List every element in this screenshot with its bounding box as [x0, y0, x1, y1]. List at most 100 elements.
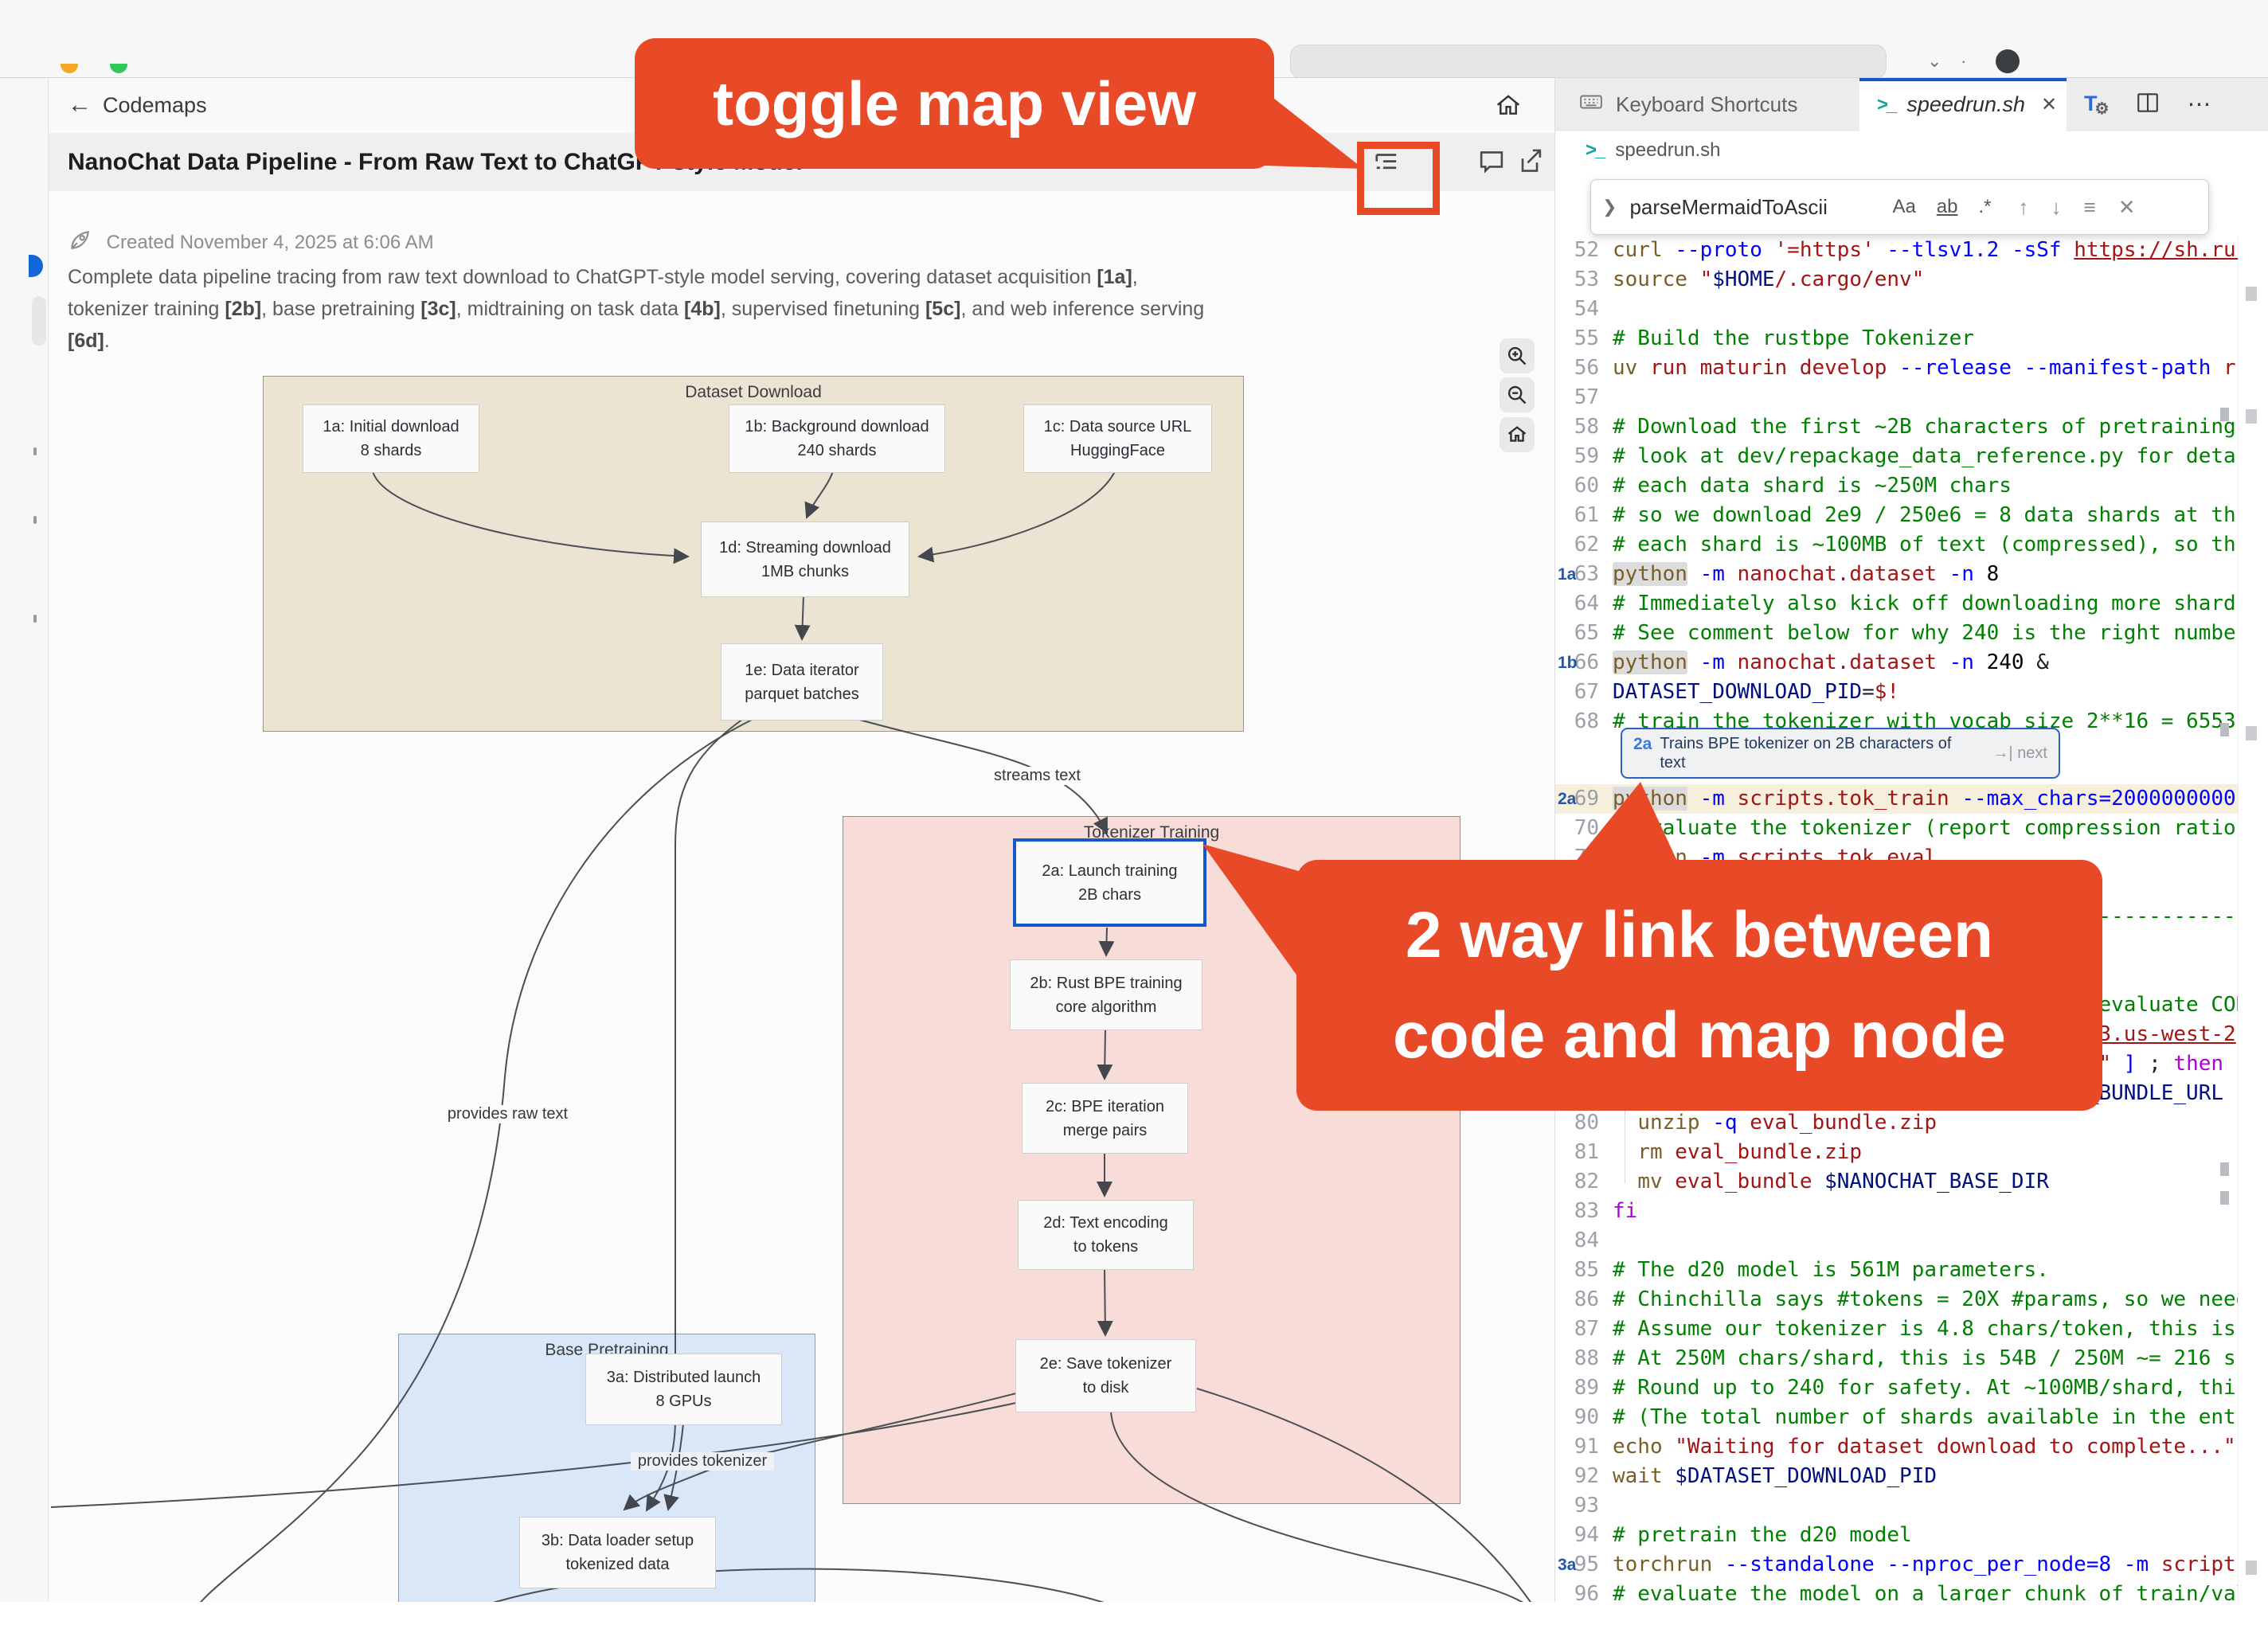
zoom-out-button[interactable]	[1500, 377, 1535, 412]
traffic-light-zoom[interactable]	[110, 64, 127, 73]
more-actions-icon[interactable]: ⋯	[2187, 91, 2211, 119]
map-node-1e[interactable]: 1e: Data iteratorparquet batches	[721, 643, 883, 721]
code-line-84[interactable]: 84	[1554, 1226, 2238, 1256]
code-line-60[interactable]: 60# each data shard is ~250M chars	[1554, 471, 2238, 501]
split-editor-icon[interactable]	[2136, 91, 2160, 119]
browser-menu-icon[interactable]: ·	[1961, 51, 1966, 72]
map-ref-badge-3a[interactable]: 3a	[1558, 1550, 1576, 1580]
map-node-3b[interactable]: 3b: Data loader setuptokenized data	[519, 1517, 716, 1588]
reset-view-home-button[interactable]	[1500, 417, 1535, 452]
map-ref-badge-1b[interactable]: 1b	[1558, 648, 1578, 678]
code-token: --standalone --nproc_per_node=8 -m	[1725, 1553, 2161, 1576]
next-match-icon[interactable]: ↓	[2051, 195, 2062, 220]
map-ref-5c[interactable]: [5c]	[925, 298, 960, 320]
map-ref-4b[interactable]: [4b]	[684, 298, 721, 320]
edge-label-streams-text: streams text	[987, 767, 1087, 785]
code-line-91[interactable]: 91echo "Waiting for dataset download to …	[1554, 1432, 2238, 1462]
browser-extension-icon[interactable]: ⌄	[1927, 51, 1941, 72]
tab-keyboard-shortcuts[interactable]: Keyboard Shortcuts	[1555, 78, 1884, 131]
comment-icon[interactable]	[1477, 147, 1507, 178]
map-node-3a[interactable]: 3a: Distributed launch8 GPUs	[585, 1354, 782, 1425]
map-node-2e[interactable]: 2e: Save tokenizerto disk	[1015, 1339, 1196, 1412]
code-line-59[interactable]: 59# look at dev/repackage_data_reference…	[1554, 442, 2238, 471]
breadcrumb[interactable]: >_ speedrun.sh	[1555, 131, 2268, 169]
code-token: python	[1613, 562, 1687, 586]
next-link[interactable]: →| next	[1992, 744, 2047, 763]
map-ref-6d[interactable]: [6d]	[68, 330, 104, 352]
code-line-87[interactable]: 87# Assume our tokenizer is 4.8 chars/to…	[1554, 1315, 2238, 1344]
code-line-67[interactable]: 67DATASET_DOWNLOAD_PID=$!	[1554, 678, 2238, 707]
map-node-1d[interactable]: 1d: Streaming download1MB chunks	[701, 522, 909, 597]
code-line-80[interactable]: 80 unzip -q eval_bundle.zip	[1554, 1108, 2238, 1138]
code-line-58[interactable]: 58# Download the first ~2B characters of…	[1554, 412, 2238, 442]
text-size-settings-icon[interactable]: T⚙	[2084, 92, 2109, 119]
whole-word-toggle[interactable]: ab	[1937, 196, 1958, 218]
regex-toggle[interactable]: .*	[1979, 196, 1992, 218]
map-ref-1a[interactable]: [1a]	[1097, 266, 1132, 288]
ruler-mark	[2246, 409, 2257, 424]
code-line-64[interactable]: 64# Immediately also kick off downloadin…	[1554, 589, 2238, 619]
code-token: # Assume our tokenizer is 4.8 chars/toke…	[1613, 1317, 2236, 1341]
code-token: python	[1613, 787, 1687, 811]
code-line-90[interactable]: 90# (The total number of shards availabl…	[1554, 1403, 2238, 1432]
code-token: # look at dev/repackage_data_reference.p…	[1613, 444, 2236, 468]
previous-match-icon[interactable]: ↑	[2019, 195, 2029, 220]
close-find-icon[interactable]: ✕	[2118, 195, 2136, 220]
scroll-indicator-pill[interactable]	[32, 296, 46, 346]
code-line-57[interactable]: 57	[1554, 383, 2238, 412]
code-line-63[interactable]: 1a63python -m nanochat.dataset -n 8	[1554, 560, 2238, 589]
map-node-1b[interactable]: 1b: Background download240 shards	[729, 404, 945, 473]
panel-divider[interactable]	[1554, 77, 1555, 1602]
code-line-54[interactable]: 54	[1554, 295, 2238, 324]
tab-speedrun-sh-active[interactable]: >_ speedrun.sh ✕	[1859, 78, 2085, 131]
bottom-margin	[0, 1602, 2268, 1629]
map-ref-badge-2a[interactable]: 2a	[1558, 784, 1576, 814]
code-line-70[interactable]: 70# evaluate the tokenizer (report compr…	[1554, 814, 2238, 843]
comment-indicator-dot[interactable]	[29, 255, 43, 277]
code-line-83[interactable]: 83fi	[1554, 1197, 2238, 1226]
code-line-61[interactable]: 61# so we download 2e9 / 250e6 = 8 data …	[1554, 501, 2238, 530]
zoom-in-button[interactable]	[1500, 338, 1535, 373]
code-line-96[interactable]: 96# evaluate the model on a larger chunk…	[1554, 1580, 2238, 1602]
find-in-selection-icon[interactable]: ≡	[2084, 195, 2096, 220]
code-line-95[interactable]: 3a95torchrun --standalone --nproc_per_no…	[1554, 1550, 2238, 1580]
map-node-2b[interactable]: 2b: Rust BPE trainingcore algorithm	[1010, 959, 1202, 1030]
code-line-86[interactable]: 86# Chinchilla says #tokens = 20X #param…	[1554, 1285, 2238, 1315]
map-node-1a[interactable]: 1a: Initial download8 shards	[303, 404, 479, 473]
code-line-56[interactable]: 56uv run maturin develop --release --man…	[1554, 354, 2238, 383]
find-input[interactable]: parseMermaidToAscii	[1629, 195, 1892, 220]
back-button[interactable]: ←Codemaps	[68, 92, 207, 119]
map-ref-badge-1a[interactable]: 1a	[1558, 560, 1576, 589]
code-line-81[interactable]: 81 rm eval_bundle.zip	[1554, 1138, 2238, 1167]
code-line-94[interactable]: 94# pretrain the d20 model	[1554, 1521, 2238, 1550]
map-node-2d[interactable]: 2d: Text encodingto tokens	[1018, 1200, 1194, 1270]
code-line-89[interactable]: 89# Round up to 240 for safety. At ~100M…	[1554, 1373, 2238, 1403]
map-ref-3c[interactable]: [3c]	[420, 298, 456, 320]
code-line-55[interactable]: 55# Build the rustbpe Tokenizer	[1554, 324, 2238, 354]
code-line-85[interactable]: 85# The d20 model is 561M parameters.	[1554, 1256, 2238, 1285]
address-bar[interactable]	[1290, 45, 1887, 79]
code-line-66[interactable]: 1b66python -m nanochat.dataset -n 240 &	[1554, 648, 2238, 678]
share-icon[interactable]	[1515, 147, 1546, 178]
code-token: --tlsv1.2 -sSf	[1887, 238, 2074, 262]
close-tab-icon[interactable]: ✕	[2041, 93, 2057, 116]
code-line-52[interactable]: 52curl --proto '=https' --tlsv1.2 -sSf h…	[1554, 236, 2238, 265]
code-line-92[interactable]: 92wait $DATASET_DOWNLOAD_PID	[1554, 1462, 2238, 1491]
map-node-2c[interactable]: 2c: BPE iterationmerge pairs	[1022, 1083, 1188, 1154]
code-line-65[interactable]: 65# See comment below for why 240 is the…	[1554, 619, 2238, 648]
code-line-93[interactable]: 93	[1554, 1491, 2238, 1521]
map-node-1c[interactable]: 1c: Data source URLHuggingFace	[1023, 404, 1212, 473]
map-node-chip-2a[interactable]: 2a Trains BPE tokenizer on 2B characters…	[1621, 728, 2060, 779]
traffic-light-minimize[interactable]	[61, 64, 78, 73]
code-line-62[interactable]: 62# each shard is ~100MB of text (compre…	[1554, 530, 2238, 560]
code-line-69[interactable]: 2a69python -m scripts.tok_train --max_ch…	[1554, 784, 2238, 814]
code-line-53[interactable]: 53source "$HOME/.cargo/env"	[1554, 265, 2238, 295]
match-case-toggle[interactable]: Aa	[1892, 196, 1915, 218]
code-line-88[interactable]: 88# At 250M chars/shard, this is 54B / 2…	[1554, 1344, 2238, 1373]
code-line-82[interactable]: 82 mv eval_bundle $NANOCHAT_BASE_DIR	[1554, 1167, 2238, 1197]
toggle-replace-chevron-icon[interactable]: ❯	[1602, 197, 1617, 217]
map-node-2a-selected[interactable]: 2a: Launch training2B chars	[1013, 838, 1206, 927]
home-icon[interactable]	[1495, 92, 1522, 119]
map-ref-2b[interactable]: [2b]	[225, 298, 261, 320]
browser-profile-avatar[interactable]	[1996, 49, 2020, 73]
